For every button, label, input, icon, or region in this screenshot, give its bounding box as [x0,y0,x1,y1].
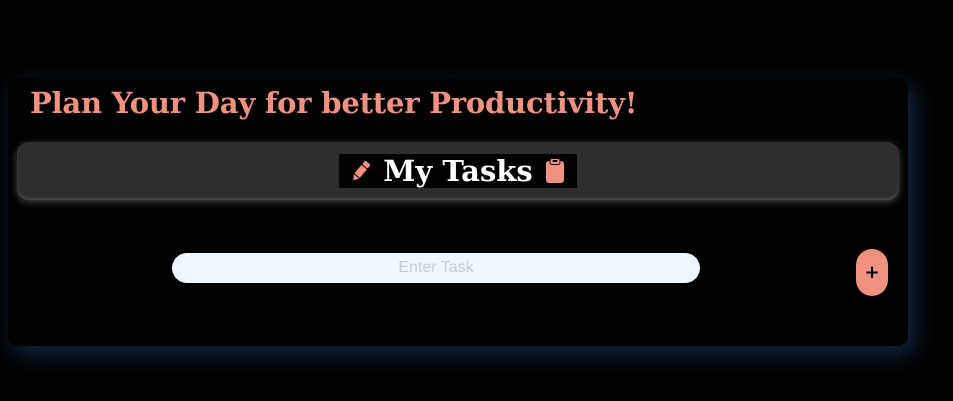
clipboard-icon [543,158,567,184]
plus-icon: + [864,262,880,283]
page-title: Plan Your Day for better Productivity! [30,86,638,120]
add-task-button[interactable]: + [856,249,888,296]
tasks-header-bar: My Tasks [17,142,899,200]
todo-app-card: Plan Your Day for better Productivity! M… [8,78,908,346]
pencil-icon [349,158,373,184]
tasks-heading: My Tasks [383,154,533,188]
tasks-header-label: My Tasks [339,154,577,188]
task-input[interactable] [172,253,700,283]
